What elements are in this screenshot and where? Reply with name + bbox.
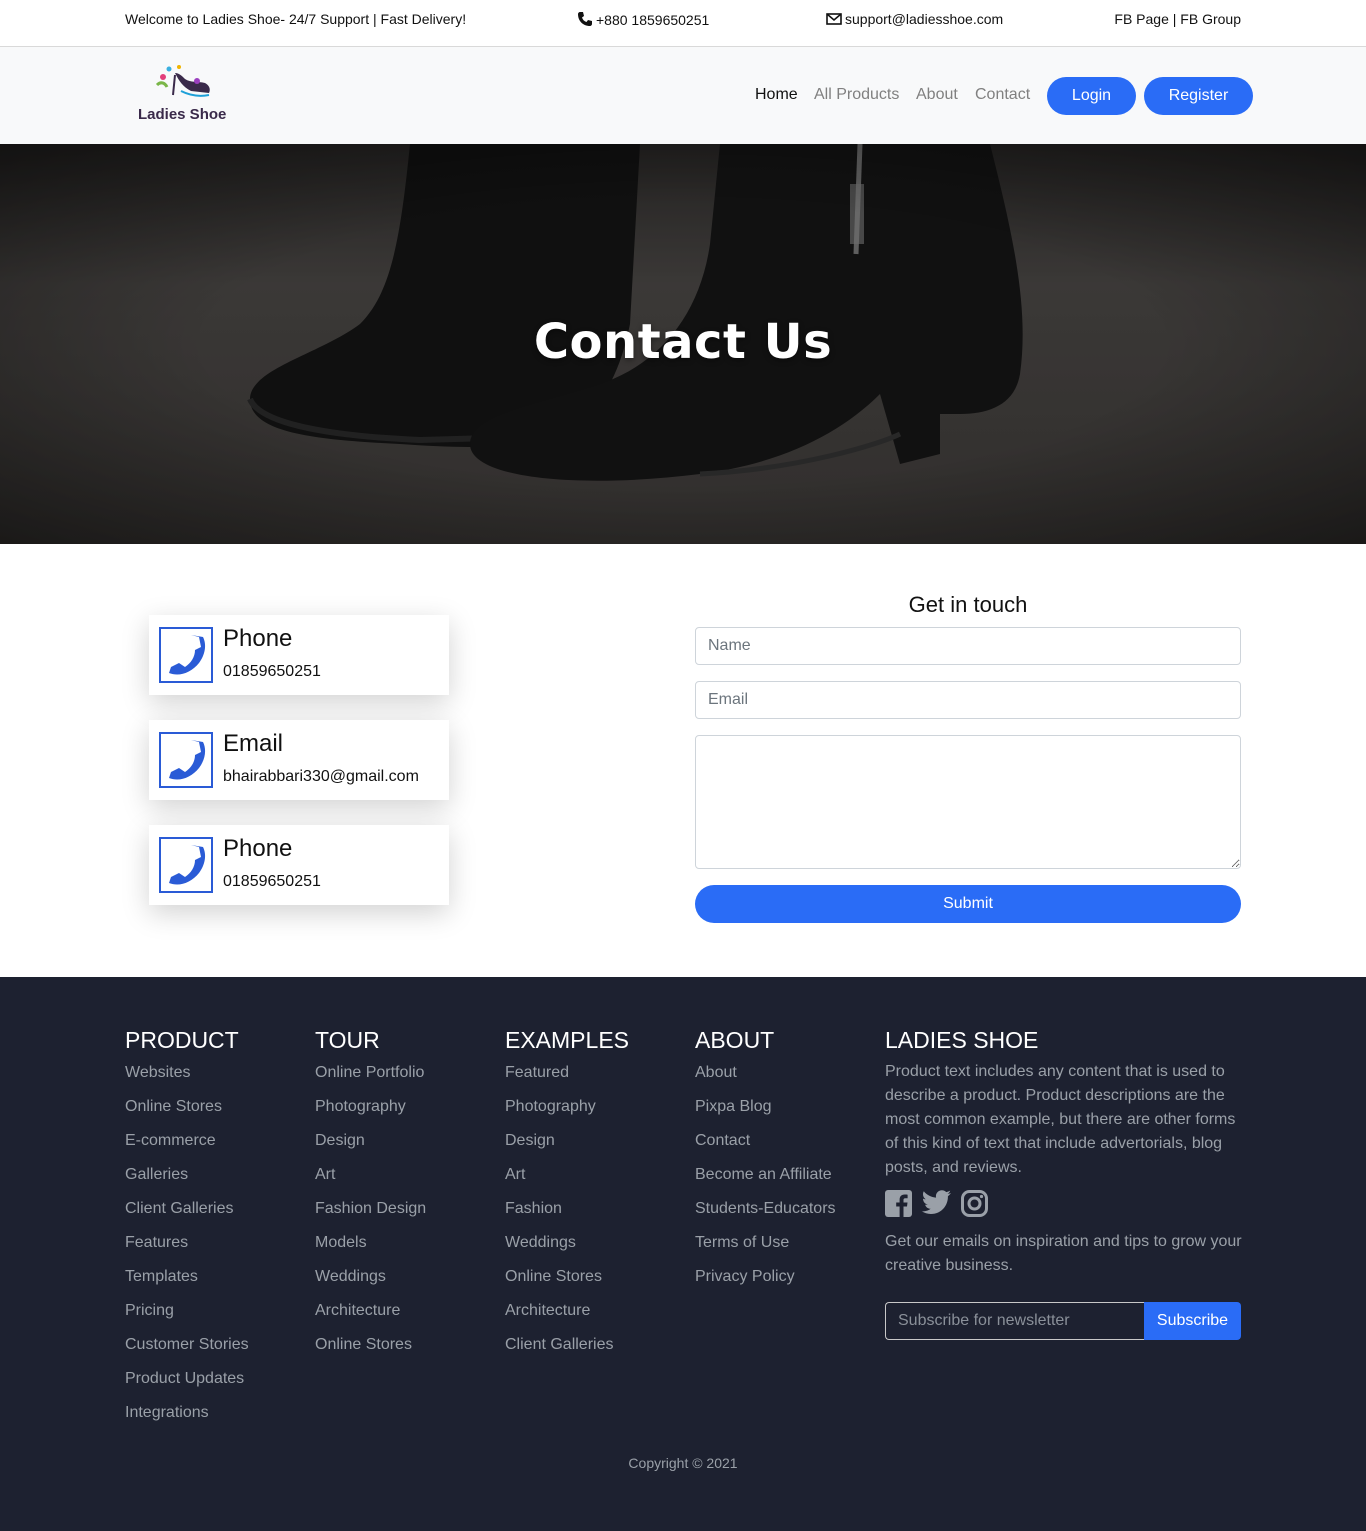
register-button[interactable]: Register — [1144, 77, 1253, 115]
footer-link[interactable]: Architecture — [315, 1302, 426, 1336]
footer-link[interactable]: Students-Educators — [695, 1200, 836, 1234]
footer-link[interactable]: About — [695, 1064, 836, 1098]
footer-link[interactable]: Pricing — [125, 1302, 249, 1336]
newsletter-text: Get our emails on inspiration and tips t… — [885, 1233, 1242, 1274]
topbar-email[interactable]: support@ladiesshoe.com — [826, 11, 1003, 27]
copyright-text: Copyright © 2021 — [628, 1455, 738, 1471]
card-value[interactable]: 01859650251 — [223, 663, 321, 681]
footer-heading: PRODUCT — [125, 1027, 239, 1053]
footer-link[interactable]: Online Stores — [315, 1336, 426, 1370]
envelope-icon — [826, 13, 842, 25]
footer-link[interactable]: Websites — [125, 1064, 249, 1098]
footer-link[interactable]: Online Portfolio — [315, 1064, 426, 1098]
footer-link[interactable]: Online Stores — [505, 1268, 629, 1302]
hero-banner: Contact Us — [0, 144, 1366, 544]
shoe-logo-icon — [155, 65, 210, 97]
footer-link[interactable]: Pixpa Blog — [695, 1098, 836, 1132]
message-textarea[interactable] — [695, 735, 1241, 869]
contact-card-phone: Phone 01859650251 — [149, 615, 449, 695]
login-button[interactable]: Login — [1047, 77, 1136, 115]
footer-link[interactable]: Privacy Policy — [695, 1268, 836, 1302]
footer-link[interactable]: Architecture — [505, 1302, 629, 1336]
footer-link[interactable]: Design — [505, 1132, 629, 1166]
footer-link[interactable]: Featured — [505, 1064, 629, 1098]
phone-icon — [159, 627, 213, 683]
footer-link[interactable]: Fashion Design — [315, 1200, 426, 1234]
form-title: Get in touch — [908, 592, 1028, 617]
card-title: Phone — [223, 835, 293, 862]
footer-link[interactable]: Product Updates — [125, 1370, 249, 1404]
topbar-phone-text: +880 1859650251 — [596, 12, 710, 28]
subscribe-button[interactable]: Subscribe — [1144, 1302, 1241, 1340]
social-links — [885, 1190, 1245, 1230]
footer-column-examples: EXAMPLES Featured Photography Design Art… — [505, 1027, 629, 1370]
submit-button[interactable]: Submit — [695, 885, 1241, 923]
twitter-icon[interactable] — [921, 1190, 951, 1216]
card-value[interactable]: bhairabbari330@gmail.com — [223, 768, 419, 786]
nav-about[interactable]: About — [916, 86, 958, 104]
footer-link[interactable]: Weddings — [315, 1268, 426, 1302]
nav-contact[interactable]: Contact — [975, 86, 1030, 104]
contact-card-phone-2: Phone 01859650251 — [149, 825, 449, 905]
page-title: Contact Us — [533, 314, 833, 370]
newsletter-input[interactable] — [885, 1302, 1145, 1340]
phone-icon — [578, 12, 592, 26]
name-input[interactable] — [695, 627, 1241, 665]
nav-home[interactable]: Home — [755, 86, 798, 104]
facebook-icon[interactable] — [885, 1190, 912, 1217]
top-info-bar: Welcome to Ladies Shoe- 24/7 Support | F… — [0, 0, 1366, 47]
footer-link[interactable]: Become an Affiliate — [695, 1166, 836, 1200]
phone-icon — [159, 837, 213, 893]
topbar-email-text: support@ladiesshoe.com — [845, 11, 1004, 27]
footer-brand-description: Product text includes any content that i… — [885, 1063, 1236, 1176]
footer-column-tour: TOUR Online Portfolio Photography Design… — [315, 1027, 426, 1370]
footer-link[interactable]: E-commerce — [125, 1132, 249, 1166]
site-footer: PRODUCT Websites Online Stores E-commerc… — [0, 977, 1366, 1531]
footer-link[interactable]: Contact — [695, 1132, 836, 1166]
footer-link[interactable]: Features — [125, 1234, 249, 1268]
footer-link[interactable]: Online Stores — [125, 1098, 249, 1132]
footer-link[interactable]: Templates — [125, 1268, 249, 1302]
footer-link[interactable]: Client Galleries — [125, 1200, 249, 1234]
footer-link[interactable]: Fashion — [505, 1200, 629, 1234]
footer-link[interactable]: Photography — [505, 1098, 629, 1132]
footer-link[interactable]: Weddings — [505, 1234, 629, 1268]
instagram-icon[interactable] — [961, 1190, 988, 1217]
footer-link[interactable]: Galleries — [125, 1166, 249, 1200]
footer-heading: TOUR — [315, 1027, 380, 1053]
topbar-phone[interactable]: +880 1859650251 — [577, 11, 709, 28]
footer-link[interactable]: Client Galleries — [505, 1336, 629, 1370]
footer-brand-section: LADIES SHOE Product text includes any co… — [885, 1027, 1245, 1278]
main-navbar: Ladies Shoe Home All Products About Cont… — [0, 47, 1366, 144]
nav-all-products[interactable]: All Products — [814, 86, 899, 104]
footer-link[interactable]: Integrations — [125, 1404, 249, 1438]
footer-heading: EXAMPLES — [505, 1027, 629, 1053]
contact-card-email: Email bhairabbari330@gmail.com — [149, 720, 449, 800]
card-title: Phone — [223, 625, 293, 652]
footer-link[interactable]: Models — [315, 1234, 426, 1268]
phone-icon — [159, 732, 213, 788]
footer-link[interactable]: Terms of Use — [695, 1234, 836, 1268]
newsletter-form: Subscribe — [885, 1302, 1241, 1340]
footer-link[interactable]: Design — [315, 1132, 426, 1166]
welcome-text: Welcome to Ladies Shoe- 24/7 Support | F… — [125, 11, 467, 27]
brand-logo[interactable]: Ladies Shoe — [135, 61, 235, 131]
footer-column-product: PRODUCT Websites Online Stores E-commerc… — [125, 1027, 249, 1438]
topbar-social-links[interactable]: FB Page | FB Group — [1114, 11, 1241, 27]
footer-column-about: ABOUT About Pixpa Blog Contact Become an… — [695, 1027, 836, 1302]
logo-text: Ladies Shoe — [138, 106, 227, 123]
card-value[interactable]: 01859650251 — [223, 873, 321, 891]
email-input[interactable] — [695, 681, 1241, 719]
footer-link[interactable]: Customer Stories — [125, 1336, 249, 1370]
footer-link[interactable]: Art — [505, 1166, 629, 1200]
card-title: Email — [223, 730, 284, 757]
footer-brand-heading: LADIES SHOE — [885, 1027, 1039, 1053]
footer-link[interactable]: Photography — [315, 1098, 426, 1132]
footer-heading: ABOUT — [695, 1027, 775, 1053]
footer-link[interactable]: Art — [315, 1166, 426, 1200]
